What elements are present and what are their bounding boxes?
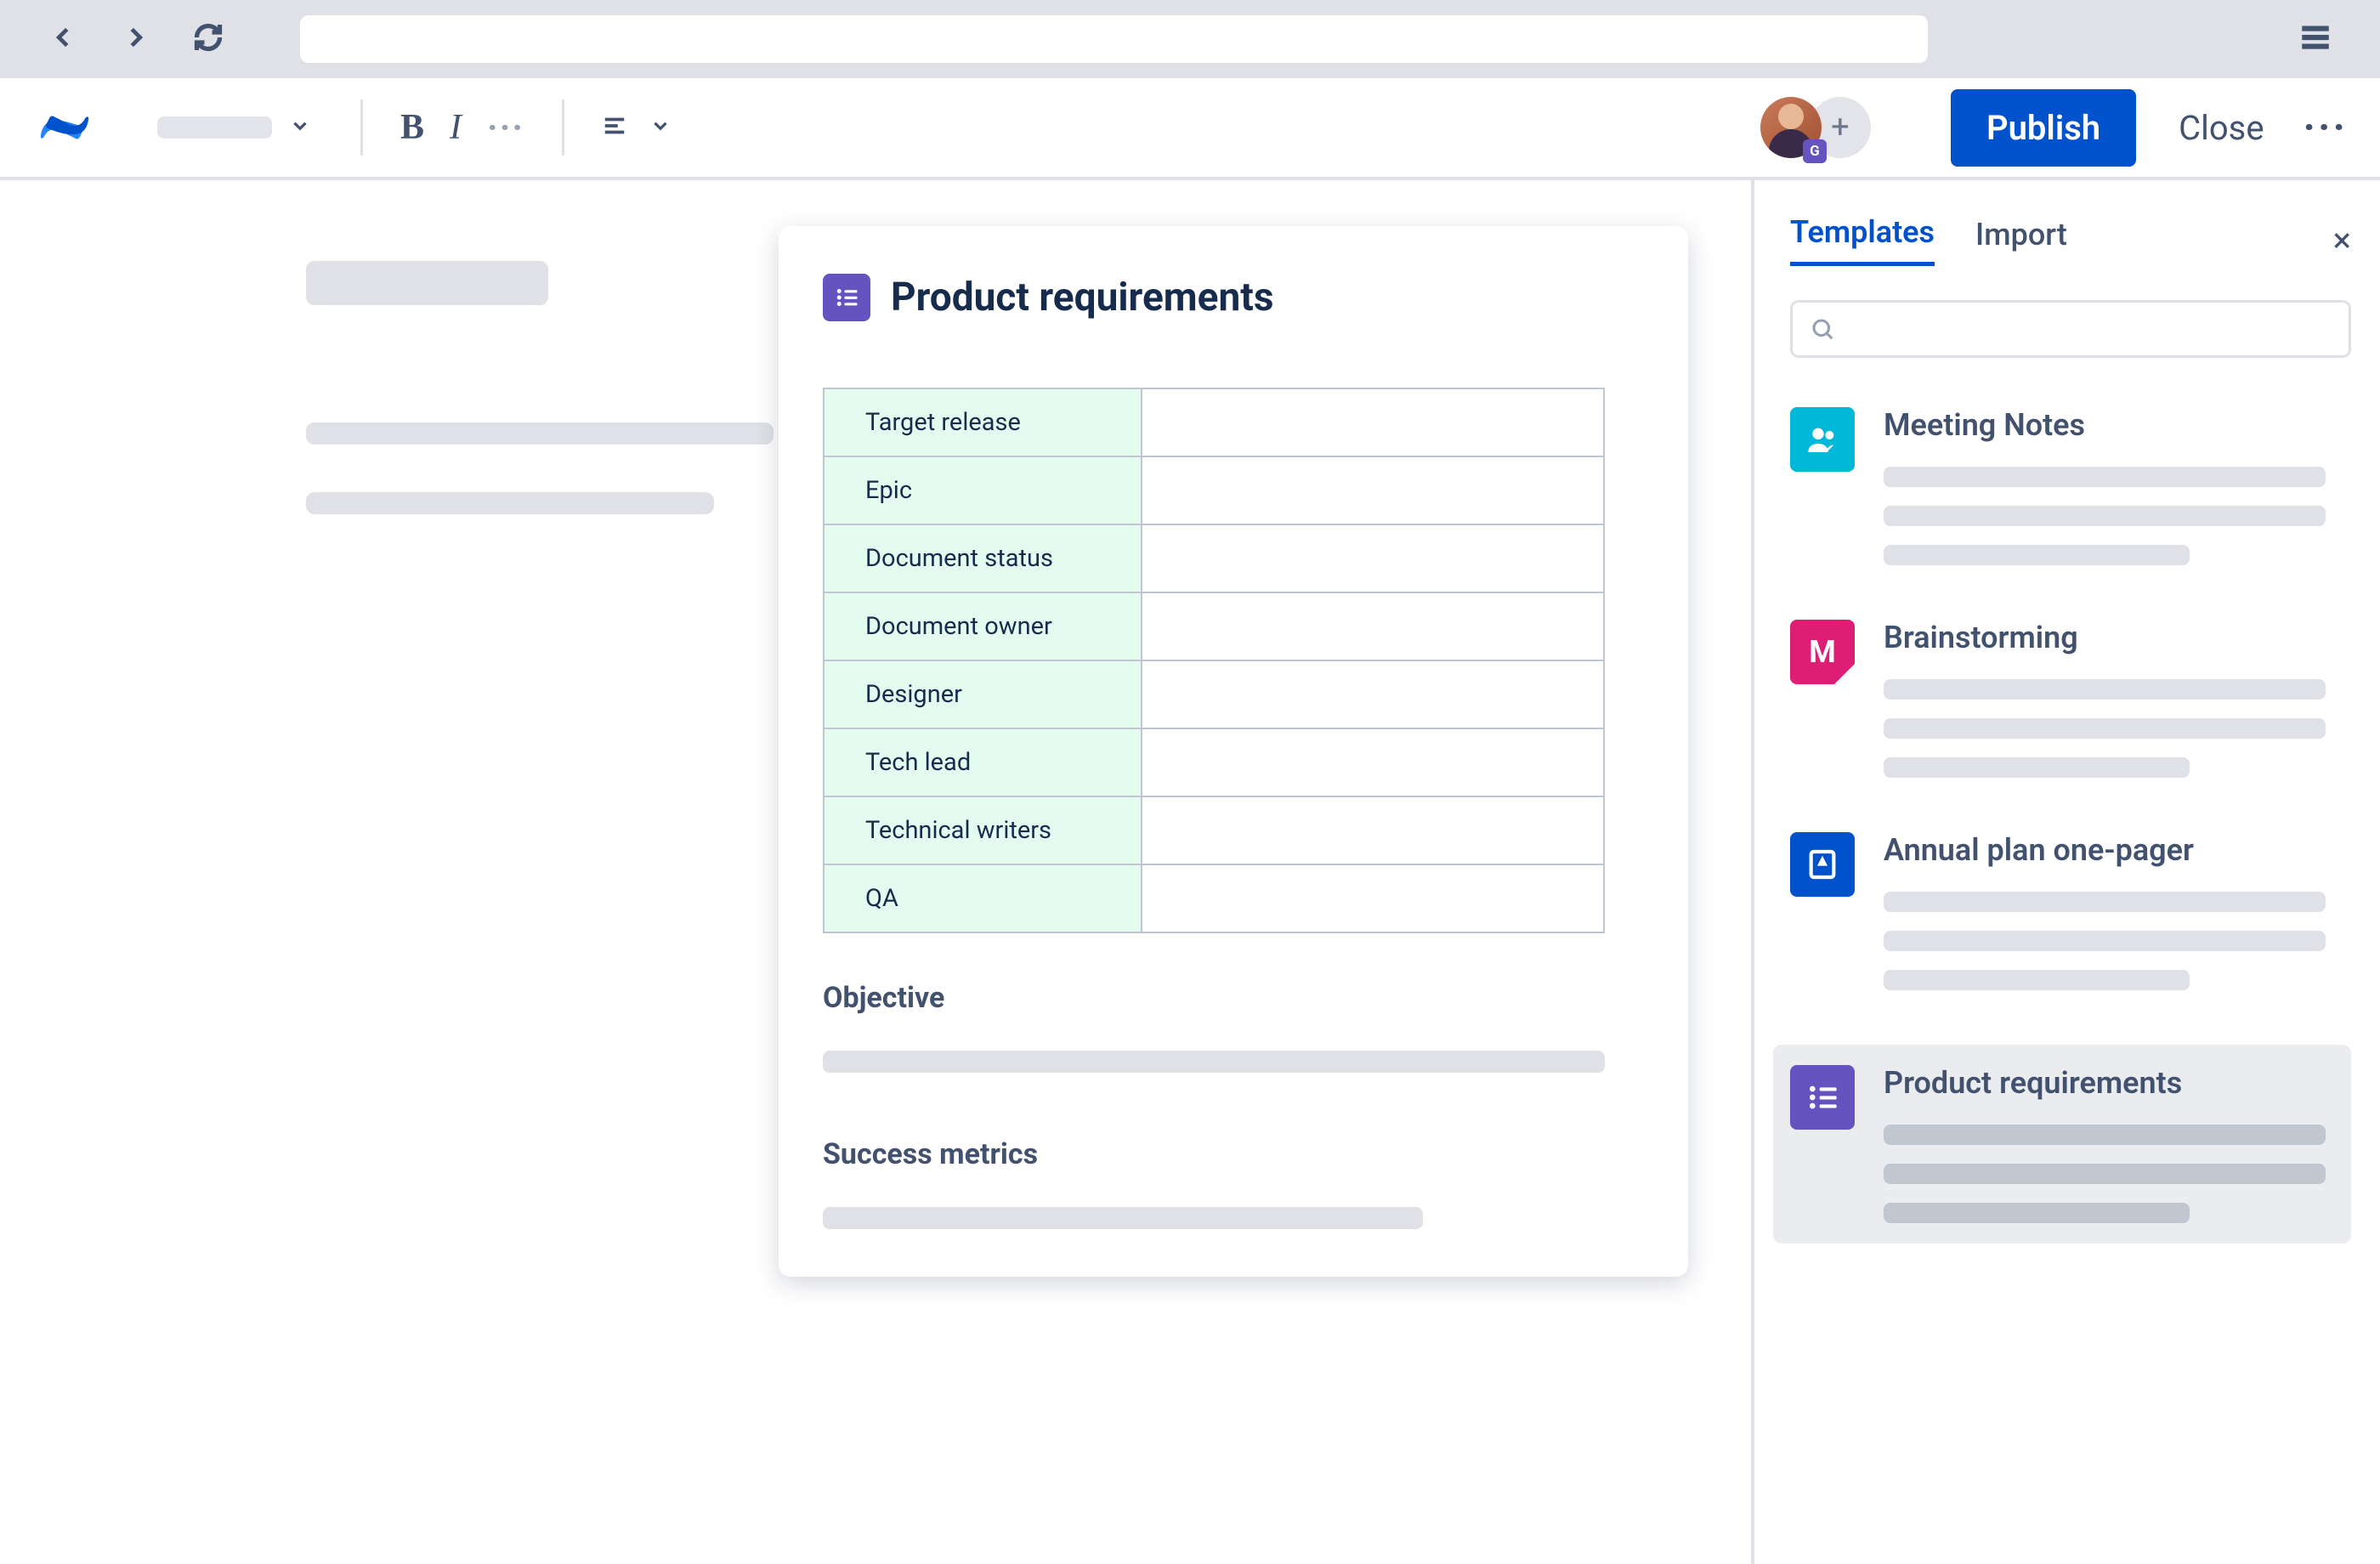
template-description-placeholder xyxy=(1884,892,2351,990)
align-left-icon[interactable] xyxy=(602,113,627,142)
table-label: Epic xyxy=(824,456,1142,524)
metadata-table: Target release Epic Document status Docu… xyxy=(823,388,1605,933)
template-search-input[interactable] xyxy=(1790,300,2351,358)
table-row: Document owner xyxy=(824,592,1604,660)
template-name: Brainstorming xyxy=(1884,620,2351,655)
editor-more-button[interactable]: ··· xyxy=(2304,117,2348,138)
editor-toolbar: B I ··· G + Publish Close ··· xyxy=(0,78,2380,180)
template-item-product-requirements[interactable]: Product requirements xyxy=(1773,1045,2351,1244)
template-item-annual-plan[interactable]: Annual plan one-pager xyxy=(1790,832,2351,1045)
document-canvas[interactable]: Product requirements Target release Epic… xyxy=(0,180,1751,1564)
table-label: Designer xyxy=(824,660,1142,728)
url-input[interactable] xyxy=(300,15,1928,63)
table-label: Technical writers xyxy=(824,796,1142,864)
list-icon xyxy=(1790,1065,1855,1130)
template-body: Annual plan one-pager xyxy=(1884,832,2351,990)
format-group: B I ··· xyxy=(400,107,524,148)
text-style-dropdown[interactable] xyxy=(145,106,323,149)
search-icon xyxy=(1810,316,1835,342)
close-panel-button[interactable]: × xyxy=(2333,220,2351,260)
people-icon xyxy=(1790,407,1855,472)
section-heading: Objective xyxy=(823,981,1644,1015)
placeholder-icon xyxy=(157,116,272,139)
template-item-meeting-notes[interactable]: Meeting Notes xyxy=(1790,407,2351,620)
template-description-placeholder xyxy=(1884,679,2351,778)
table-row: Target release xyxy=(824,388,1604,456)
table-value xyxy=(1142,456,1604,524)
forward-button[interactable] xyxy=(120,21,152,57)
close-button[interactable]: Close xyxy=(2179,108,2264,148)
table-row: Epic xyxy=(824,456,1604,524)
table-label: Document owner xyxy=(824,592,1142,660)
template-body: Meeting Notes xyxy=(1884,407,2351,565)
template-body: Product requirements xyxy=(1884,1065,2334,1223)
browser-chrome-bar xyxy=(0,0,2380,78)
refresh-button[interactable] xyxy=(193,22,224,56)
text-placeholder xyxy=(306,492,714,514)
text-placeholder xyxy=(823,1051,1605,1073)
template-description-placeholder xyxy=(1884,467,2351,565)
confluence-logo-icon[interactable] xyxy=(39,102,90,153)
italic-button[interactable]: I xyxy=(450,107,462,148)
table-value xyxy=(1142,388,1604,456)
table-label: Tech lead xyxy=(824,728,1142,796)
template-item-brainstorming[interactable]: M Brainstorming xyxy=(1790,620,2351,832)
divider xyxy=(562,99,564,156)
template-name: Annual plan one-pager xyxy=(1884,832,2351,868)
chevron-down-icon[interactable] xyxy=(649,115,672,140)
template-name: Meeting Notes xyxy=(1884,407,2351,443)
text-placeholder xyxy=(823,1207,1423,1229)
title-placeholder xyxy=(306,261,548,305)
page-icon xyxy=(1790,832,1855,897)
panel-tabs: Templates Import × xyxy=(1790,214,2351,266)
main-area: Product requirements Target release Epic… xyxy=(0,180,2380,1564)
table-row: QA xyxy=(824,864,1604,932)
publish-button[interactable]: Publish xyxy=(1951,89,2136,167)
list-icon xyxy=(823,274,870,321)
collaborator-avatars: G + xyxy=(1760,97,1871,158)
text-placeholder xyxy=(306,422,774,445)
table-row: Technical writers xyxy=(824,796,1604,864)
table-row: Document status xyxy=(824,524,1604,592)
mural-icon: M xyxy=(1790,620,1855,684)
back-button[interactable] xyxy=(47,21,79,57)
template-description-placeholder xyxy=(1884,1125,2334,1223)
table-value xyxy=(1142,524,1604,592)
tab-templates[interactable]: Templates xyxy=(1790,214,1935,266)
table-label: QA xyxy=(824,864,1142,932)
browser-menu-button[interactable] xyxy=(2298,20,2333,59)
avatar-badge: G xyxy=(1803,139,1827,163)
template-preview-card: Product requirements Target release Epic… xyxy=(779,226,1688,1277)
table-value xyxy=(1142,796,1604,864)
table-label: Target release xyxy=(824,388,1142,456)
preview-header: Product requirements xyxy=(823,274,1644,321)
more-formatting-button[interactable]: ··· xyxy=(487,119,524,137)
tab-import[interactable]: Import xyxy=(1975,217,2067,264)
table-row: Designer xyxy=(824,660,1604,728)
divider xyxy=(360,99,363,156)
table-value xyxy=(1142,864,1604,932)
nav-arrow-group xyxy=(47,21,224,57)
align-group xyxy=(602,113,672,142)
table-value xyxy=(1142,660,1604,728)
preview-title: Product requirements xyxy=(891,275,1273,320)
template-body: Brainstorming xyxy=(1884,620,2351,778)
table-value xyxy=(1142,592,1604,660)
templates-panel: Templates Import × Meeting Notes M xyxy=(1751,180,2380,1564)
bold-button[interactable]: B xyxy=(400,107,424,148)
toolbar-right: G + Publish Close ··· xyxy=(1760,89,2348,167)
template-name: Product requirements xyxy=(1884,1065,2334,1101)
table-value xyxy=(1142,728,1604,796)
chevron-down-icon xyxy=(289,115,311,140)
section-heading: Success metrics xyxy=(823,1137,1644,1171)
table-label: Document status xyxy=(824,524,1142,592)
table-row: Tech lead xyxy=(824,728,1604,796)
